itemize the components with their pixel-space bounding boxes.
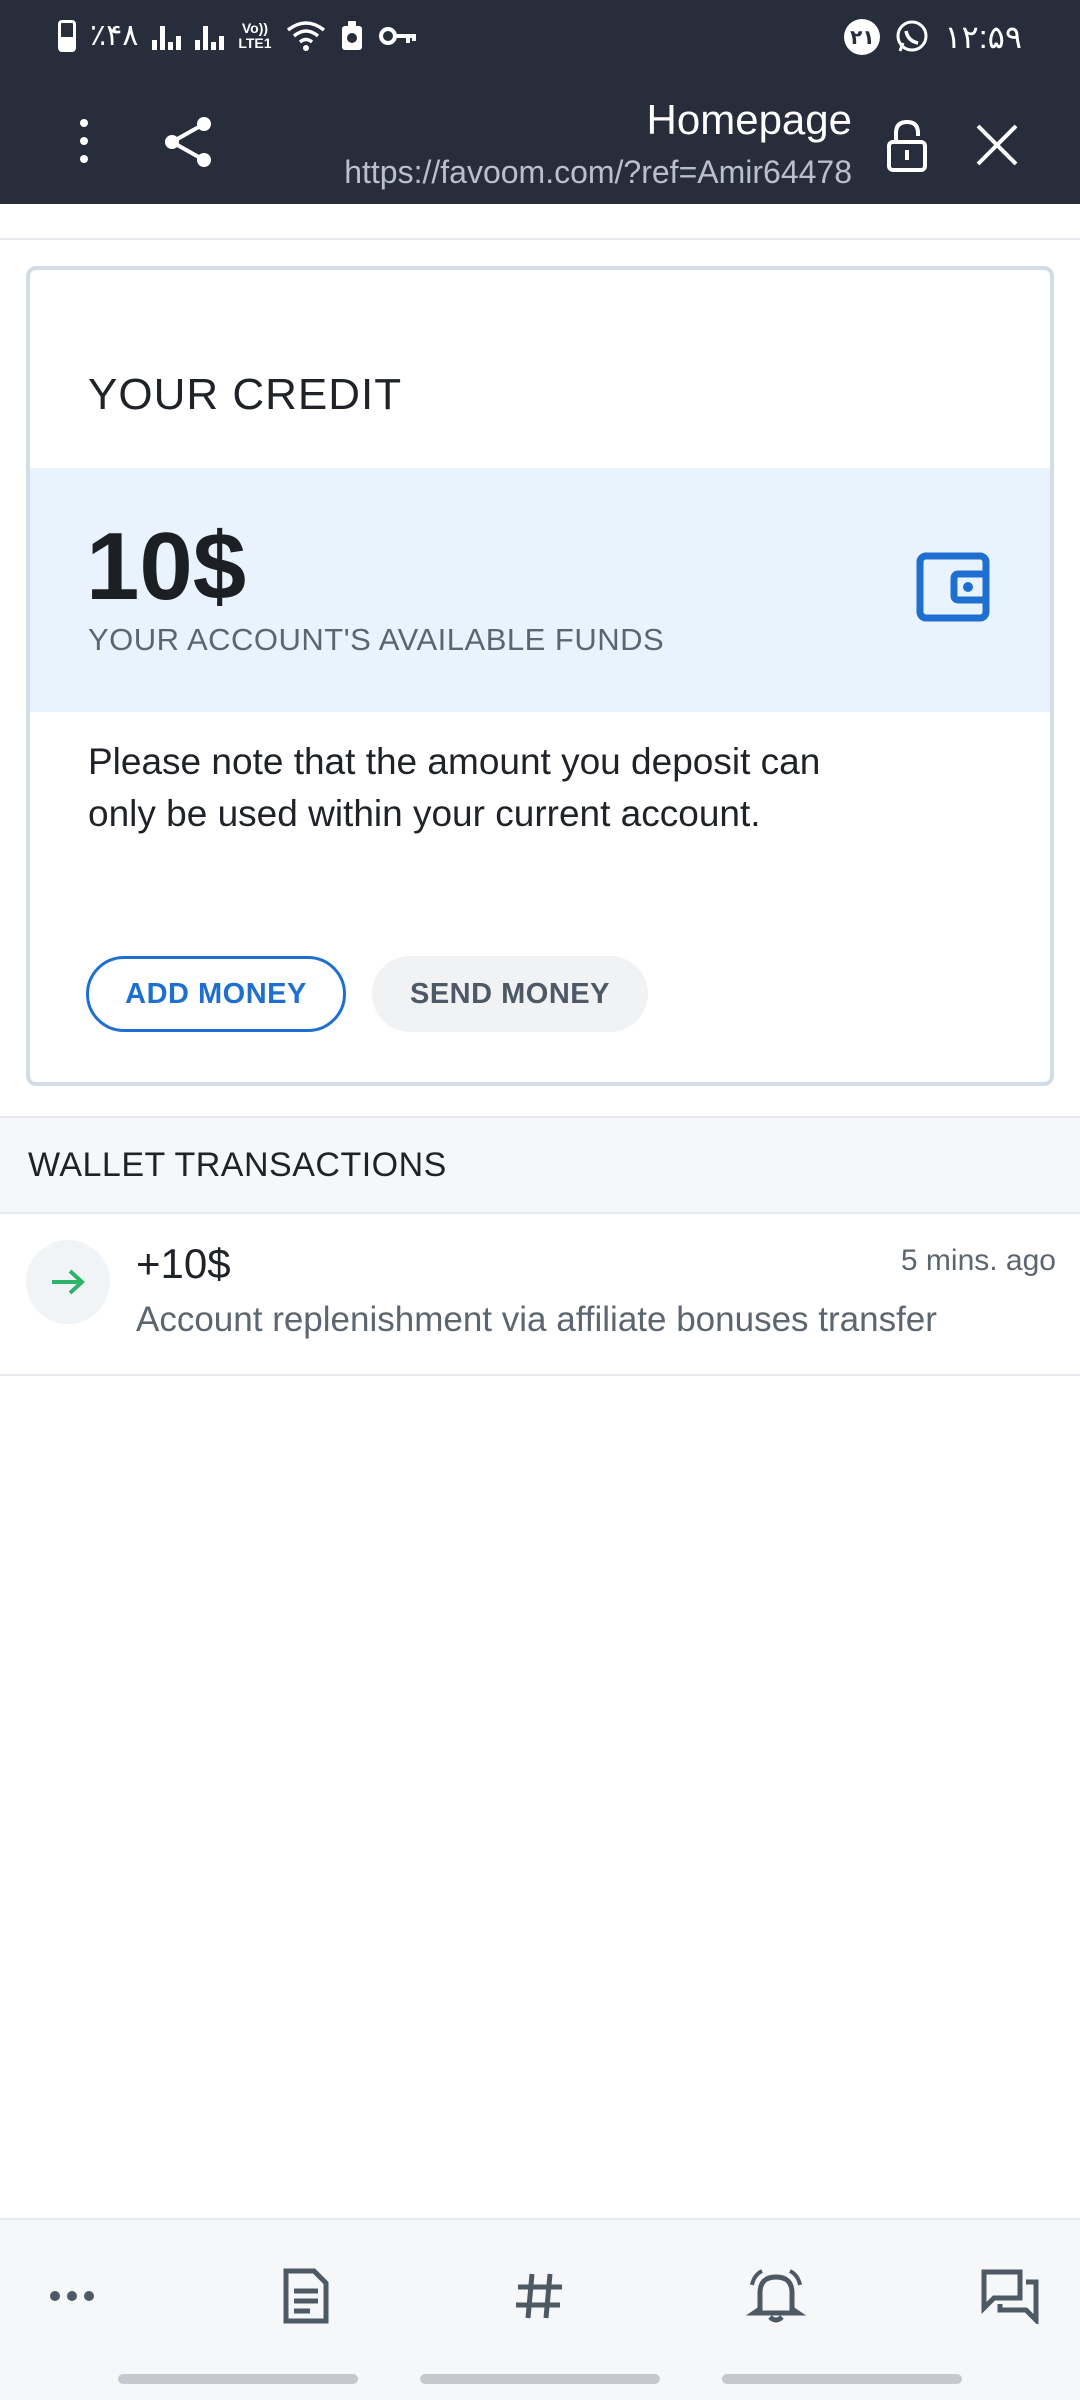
whatsapp-icon [896, 20, 928, 52]
wallet-icon [916, 552, 990, 622]
lte-top: Vo)) [241, 19, 269, 36]
divider [0, 238, 1080, 240]
key-icon [378, 26, 416, 45]
more-icon[interactable] [36, 2260, 108, 2332]
balance-amount: 10$ [86, 513, 247, 620]
hashtag-icon[interactable] [504, 2260, 576, 2332]
send-money-button[interactable]: SEND MONEY [372, 956, 648, 1032]
url-bar[interactable]: https://favoom.com/?ref=Amir64478 [344, 154, 852, 191]
lock-icon[interactable] [882, 118, 932, 174]
arrow-right-icon [26, 1240, 110, 1324]
battery-percent: ٪۴۸ [90, 19, 139, 52]
credit-title: YOUR CREDIT [88, 370, 403, 419]
gesture-bar-left [118, 2374, 358, 2384]
balance-label: YOUR ACCOUNT'S AVAILABLE FUNDS [88, 622, 665, 657]
signal-icon [152, 22, 182, 50]
signal-icon-2 [195, 22, 225, 50]
transactions-title: WALLET TRANSACTIONS [28, 1146, 447, 1184]
credit-card: YOUR CREDIT 10$ YOUR ACCOUNT'S AVAILABLE… [26, 266, 1054, 1086]
notification-badge: ۲۱ [844, 19, 881, 55]
browser-toolbar: Homepage https://favoom.com/?ref=Amir644… [0, 78, 1080, 204]
status-bar-left: ٪۴۸ Vo)) LTE1 [58, 18, 418, 53]
status-bar-right: ۲۱ ۱۲:۵۹ [844, 18, 1022, 56]
balance-band: 10$ YOUR ACCOUNT'S AVAILABLE FUNDS [30, 468, 1050, 712]
transactions-header: WALLET TRANSACTIONS [0, 1116, 1080, 1214]
vpn-icon [341, 20, 362, 50]
battery-icon [58, 19, 76, 52]
close-icon[interactable] [974, 122, 1020, 168]
add-money-button[interactable]: ADD MONEY [86, 956, 346, 1032]
bell-icon[interactable] [740, 2260, 812, 2332]
transaction-description: Account replenishment via affiliate bonu… [136, 1300, 937, 1339]
gesture-bar-right [722, 2374, 962, 2384]
share-icon[interactable] [160, 114, 216, 170]
lte-bottom: LTE1 [238, 34, 272, 51]
gesture-bar-center [420, 2374, 660, 2384]
more-vertical-icon[interactable] [68, 116, 100, 166]
page-title: Homepage [646, 96, 852, 143]
list-item[interactable]: +10$ 5 mins. ago Account replenishment v… [0, 1214, 1080, 1376]
transaction-time: 5 mins. ago [900, 1244, 1056, 1277]
document-icon[interactable] [270, 2260, 342, 2332]
clock: ۱۲:۵۹ [944, 19, 1022, 55]
wifi-icon [286, 20, 325, 51]
lte-indicator: Vo)) LTE1 [238, 19, 272, 51]
bottom-navigation [0, 2218, 1080, 2400]
deposit-note: Please note that the amount you deposit … [88, 741, 821, 834]
chat-icon[interactable] [974, 2260, 1046, 2332]
status-bar: ٪۴۸ Vo)) LTE1 ۲۱ ۱۲:۵۹ [0, 0, 1080, 78]
transaction-amount: +10$ [136, 1240, 231, 1287]
